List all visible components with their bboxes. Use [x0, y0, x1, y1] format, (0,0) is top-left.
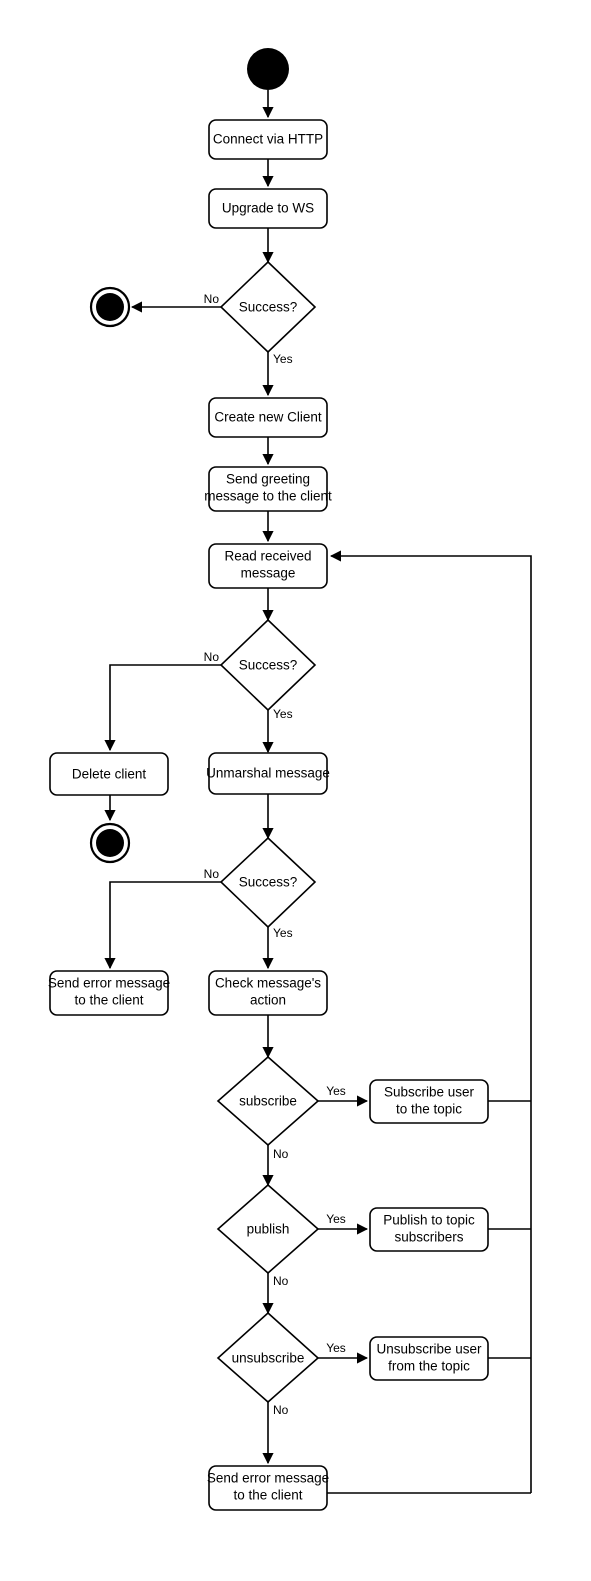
- end-node-delete-client[interactable]: [89, 822, 131, 864]
- node-decision-read-success-label: Success?: [239, 658, 298, 673]
- edge-label-subscribe-yes: Yes: [326, 1084, 346, 1098]
- node-decision-unmarshal-success[interactable]: Success?: [219, 836, 317, 929]
- node-decision-publish[interactable]: publish: [216, 1183, 320, 1275]
- edge-label-unmarshal-yes: Yes: [273, 926, 293, 940]
- node-check-message-action-label-line1: Check message's: [215, 976, 321, 991]
- node-send-greeting-label-line1: Send greeting: [226, 472, 310, 487]
- node-check-message-action-label-line2: action: [250, 993, 286, 1008]
- node-send-error-unmarshal[interactable]: Send error message to the client: [48, 970, 170, 1016]
- node-subscribe-user-label-line2: to the topic: [396, 1102, 462, 1117]
- node-send-error-action-label-line1: Send error message: [207, 1471, 329, 1486]
- node-send-error-action[interactable]: Send error message to the client: [207, 1465, 329, 1511]
- node-upgrade-to-ws[interactable]: Upgrade to WS: [208, 188, 328, 229]
- node-send-error-unmarshal-label-line1: Send error message: [48, 976, 170, 991]
- node-publish-topic-label-line1: Publish to topic: [383, 1213, 475, 1228]
- node-delete-client-label: Delete client: [72, 767, 147, 782]
- node-send-greeting[interactable]: Send greeting message to the client: [204, 466, 332, 512]
- activity-diagram-svg: No Yes No Yes No Yes Yes No Yes No Yes N…: [48, 48, 532, 1511]
- edge-label-upgrade-yes: Yes: [273, 352, 293, 366]
- edge-read-no-to-delete: [104, 664, 222, 752]
- edge-label-publish-yes: Yes: [326, 1212, 346, 1226]
- node-subscribe-user[interactable]: Subscribe user to the topic: [369, 1079, 489, 1124]
- node-read-received-message-label-line1: Read received: [224, 549, 311, 564]
- node-read-received-message-label-line2: message: [241, 566, 296, 581]
- node-unmarshal-message[interactable]: Unmarshal message: [206, 752, 330, 795]
- node-unmarshal-message-label: Unmarshal message: [206, 766, 330, 781]
- edge-label-unmarshal-no: No: [204, 867, 220, 881]
- edge-label-unsubscribe-yes: Yes: [326, 1341, 346, 1355]
- node-decision-publish-label: publish: [247, 1222, 290, 1237]
- edge-label-unsubscribe-no: No: [273, 1403, 289, 1417]
- node-check-message-action[interactable]: Check message's action: [208, 970, 328, 1016]
- node-decision-unmarshal-success-label: Success?: [239, 875, 298, 890]
- node-decision-unsubscribe-label: unsubscribe: [232, 1351, 305, 1366]
- node-decision-read-success[interactable]: Success?: [219, 618, 317, 712]
- edge-label-subscribe-no: No: [273, 1147, 289, 1161]
- node-upgrade-to-ws-label: Upgrade to WS: [222, 201, 314, 216]
- activity-diagram-canvas: No Yes No Yes No Yes Yes No Yes No Yes N…: [0, 0, 591, 1581]
- node-read-received-message[interactable]: Read received message: [208, 543, 328, 589]
- node-decision-upgrade-success-label: Success?: [239, 300, 298, 315]
- edge-label-publish-no: No: [273, 1274, 289, 1288]
- edge-unmarshal-no-to-error: [104, 881, 222, 970]
- edge-label-read-yes: Yes: [273, 707, 293, 721]
- node-unsubscribe-user-label-line1: Unsubscribe user: [376, 1342, 482, 1357]
- edge-label-read-no: No: [204, 650, 220, 664]
- node-decision-upgrade-success[interactable]: Success?: [219, 260, 317, 354]
- edge-label-upgrade-no: No: [204, 292, 220, 306]
- node-connect-via-http[interactable]: Connect via HTTP: [208, 119, 328, 160]
- node-decision-subscribe-label: subscribe: [239, 1094, 297, 1109]
- node-create-new-client-label: Create new Client: [214, 410, 322, 425]
- start-node[interactable]: [247, 48, 289, 90]
- node-publish-topic[interactable]: Publish to topic subscribers: [369, 1207, 489, 1252]
- end-node-upgrade-fail-core: [96, 293, 124, 321]
- node-decision-subscribe[interactable]: subscribe: [216, 1055, 320, 1147]
- node-unsubscribe-user[interactable]: Unsubscribe user from the topic: [369, 1336, 489, 1381]
- node-create-new-client[interactable]: Create new Client: [208, 397, 328, 438]
- end-node-upgrade-fail[interactable]: [89, 286, 131, 328]
- node-send-error-unmarshal-label-line2: to the client: [74, 993, 143, 1008]
- node-send-greeting-label-line2: message to the client: [204, 489, 332, 504]
- node-connect-via-http-label: Connect via HTTP: [213, 132, 323, 147]
- node-delete-client[interactable]: Delete client: [49, 752, 169, 796]
- node-send-error-action-label-line2: to the client: [233, 1488, 302, 1503]
- node-publish-topic-label-line2: subscribers: [394, 1230, 463, 1245]
- node-unsubscribe-user-label-line2: from the topic: [388, 1359, 470, 1374]
- node-decision-unsubscribe[interactable]: unsubscribe: [216, 1311, 320, 1404]
- end-node-delete-client-core: [96, 829, 124, 857]
- node-subscribe-user-label-line1: Subscribe user: [384, 1085, 475, 1100]
